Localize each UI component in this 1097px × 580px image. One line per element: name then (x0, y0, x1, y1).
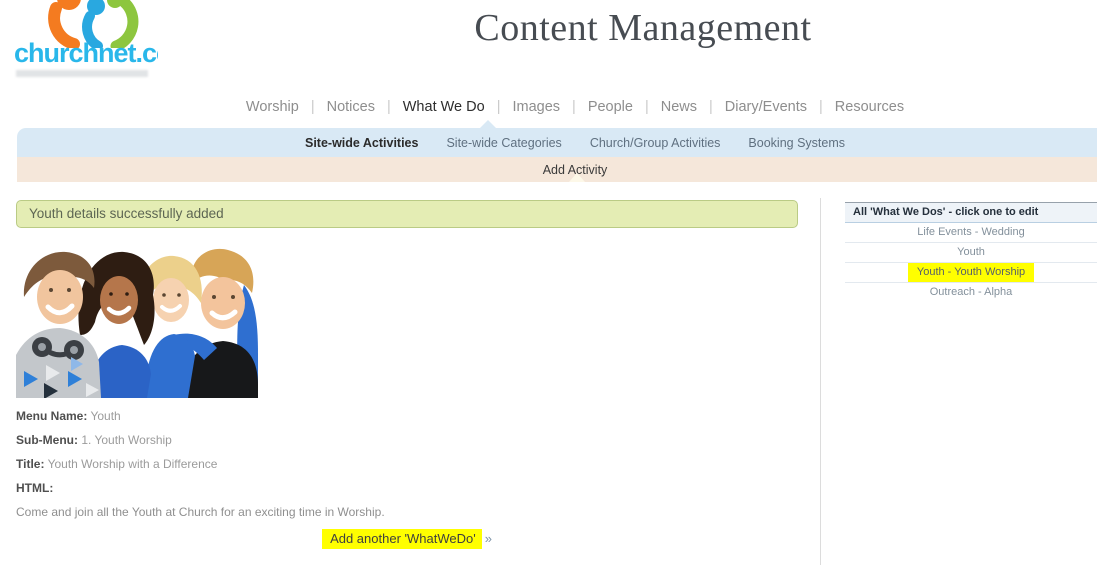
double-chevron-icon: » (484, 531, 492, 546)
nav-separator: | (496, 99, 501, 115)
nav-item-people[interactable]: People (584, 99, 637, 115)
nav-separator: | (572, 99, 576, 115)
subnav-item-site-wide-categories[interactable]: Site-wide Categories (446, 136, 561, 150)
sidebar-item-outreach-alpha[interactable]: Outreach - Alpha (845, 283, 1097, 303)
subnav-item-booking-systems[interactable]: Booking Systems (748, 136, 845, 150)
nav-separator: | (386, 99, 391, 115)
action-bar: Add Activity (17, 157, 1097, 182)
nav-separator: | (310, 99, 315, 115)
sidebar-item-youth-youth-worship[interactable]: Youth - Youth Worship (845, 263, 1097, 283)
nav-item-notices[interactable]: Notices (323, 99, 379, 115)
html-content-text: Come and join all the Youth at Church fo… (16, 505, 385, 519)
field-value: Youth (90, 409, 121, 423)
active-action-pointer-icon (569, 173, 585, 182)
field-title: Title: Youth Worship with a Difference (16, 457, 217, 471)
sidebar-item-highlight: Youth - Youth Worship (907, 263, 1035, 282)
subnav-bar: Site-wide Activities Site-wide Categorie… (17, 128, 1097, 157)
nav-item-resources[interactable]: Resources (831, 99, 908, 115)
nav-separator: | (819, 99, 823, 115)
sidebar-item-life-events-wedding[interactable]: Life Events - Wedding (845, 223, 1097, 243)
field-menu-name: Menu Name: Youth (16, 409, 121, 423)
field-label: Title: (16, 457, 45, 471)
field-label: Menu Name: (16, 409, 88, 423)
subnav-item-site-wide-activities[interactable]: Site-wide Activities (305, 136, 418, 150)
youth-group-photo (16, 243, 258, 398)
field-label: HTML: (16, 481, 54, 495)
nav-item-news[interactable]: News (657, 99, 701, 115)
primary-nav: Worship | Notices | What We Do | Images | Pe… (17, 99, 1097, 115)
field-label: Sub-Menu: (16, 433, 78, 447)
field-html: HTML: (16, 481, 53, 495)
success-message: Youth details successfully added (16, 200, 798, 228)
page-title: Content Management (474, 7, 812, 49)
content-sidebar-divider (820, 198, 821, 565)
nav-separator: | (644, 99, 649, 115)
sidebar-item-youth[interactable]: Youth (845, 243, 1097, 263)
nav-item-what-we-do[interactable]: What We Do (399, 99, 489, 115)
what-we-dos-sidebar: All 'What We Dos' - click one to edit Li… (845, 202, 1097, 303)
add-another-label: Add another 'WhatWeDo' (322, 529, 482, 549)
subnav-item-church-group-activities[interactable]: Church/Group Activities (590, 136, 721, 150)
add-another-whatwedo-link[interactable]: Add another 'WhatWeDo'» (16, 529, 798, 549)
brand-tagline-blur (16, 70, 148, 77)
nav-item-images[interactable]: Images (508, 99, 564, 115)
sidebar-header: All 'What We Dos' - click one to edit (845, 202, 1097, 223)
nav-separator: | (709, 99, 713, 115)
field-value: Youth Worship with a Difference (47, 457, 218, 471)
nav-item-diary-events[interactable]: Diary/Events (721, 99, 811, 115)
nav-item-worship[interactable]: Worship (242, 99, 303, 115)
field-sub-menu: Sub-Menu: 1. Youth Worship (16, 433, 172, 447)
field-value: 1. Youth Worship (81, 433, 172, 447)
